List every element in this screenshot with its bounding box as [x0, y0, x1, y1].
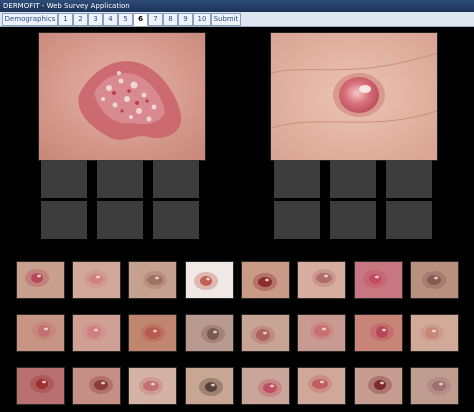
tab-1[interactable]: 1 — [58, 13, 73, 26]
candidate-thumbnail[interactable] — [185, 314, 234, 352]
candidate-thumbnail[interactable] — [297, 367, 346, 405]
query-image-left — [38, 32, 206, 161]
tab-3[interactable]: 3 — [88, 13, 103, 26]
candidate-thumbnail[interactable] — [354, 314, 403, 352]
answer-slot[interactable] — [274, 160, 320, 198]
candidate-thumbnail[interactable] — [16, 314, 65, 352]
window-title: DERMOFIT - Web Survey Application — [3, 2, 130, 10]
tab-5[interactable]: 5 — [118, 13, 133, 26]
answer-slot[interactable] — [41, 201, 87, 239]
candidate-thumbnail[interactable] — [128, 367, 177, 405]
candidate-thumbnail[interactable] — [72, 367, 121, 405]
candidate-thumbnail[interactable] — [72, 314, 121, 352]
candidate-thumbnail[interactable] — [241, 367, 290, 405]
candidate-thumbnail[interactable] — [410, 367, 459, 405]
answer-slot[interactable] — [274, 201, 320, 239]
tab-8[interactable]: 8 — [163, 13, 178, 26]
candidate-thumbnail[interactable] — [72, 261, 121, 299]
answer-slot[interactable] — [97, 160, 143, 198]
answer-slot[interactable] — [97, 201, 143, 239]
tab-9[interactable]: 9 — [178, 13, 193, 26]
title-bar: DERMOFIT - Web Survey Application — [0, 0, 474, 12]
tab-4[interactable]: 4 — [103, 13, 118, 26]
answer-slot[interactable] — [153, 201, 199, 239]
query-image-right — [270, 32, 438, 161]
candidate-thumbnail[interactable] — [410, 261, 459, 299]
candidate-thumbnail[interactable] — [241, 261, 290, 299]
tab-submit[interactable]: Submit — [211, 13, 241, 26]
answer-slot[interactable] — [41, 160, 87, 198]
answer-slot[interactable] — [330, 160, 376, 198]
tab-demographics[interactable]: Demographics — [2, 13, 58, 26]
candidate-thumbnail[interactable] — [297, 261, 346, 299]
candidate-thumbnail[interactable] — [185, 261, 234, 299]
tab-6[interactable]: 6 — [133, 13, 148, 26]
candidate-thumbnail[interactable] — [354, 261, 403, 299]
candidate-thumbnail[interactable] — [16, 367, 65, 405]
survey-panel — [0, 27, 474, 412]
candidate-thumbnail[interactable] — [354, 367, 403, 405]
candidate-thumbnail[interactable] — [297, 314, 346, 352]
tab-2[interactable]: 2 — [73, 13, 88, 26]
answer-slot[interactable] — [386, 201, 432, 239]
tab-10[interactable]: 10 — [193, 13, 211, 26]
answer-slot[interactable] — [330, 201, 376, 239]
candidate-thumbnail[interactable] — [185, 367, 234, 405]
candidate-thumbnail[interactable] — [241, 314, 290, 352]
answer-slot[interactable] — [386, 160, 432, 198]
tab-bar: Demographics 1 2 3 4 5 6 7 8 9 10 Submit — [0, 12, 474, 27]
answer-slot[interactable] — [153, 160, 199, 198]
candidate-thumbnail[interactable] — [16, 261, 65, 299]
candidate-thumbnail[interactable] — [128, 314, 177, 352]
candidate-thumbnail[interactable] — [128, 261, 177, 299]
candidate-thumbnail[interactable] — [410, 314, 459, 352]
tab-7[interactable]: 7 — [148, 13, 163, 26]
